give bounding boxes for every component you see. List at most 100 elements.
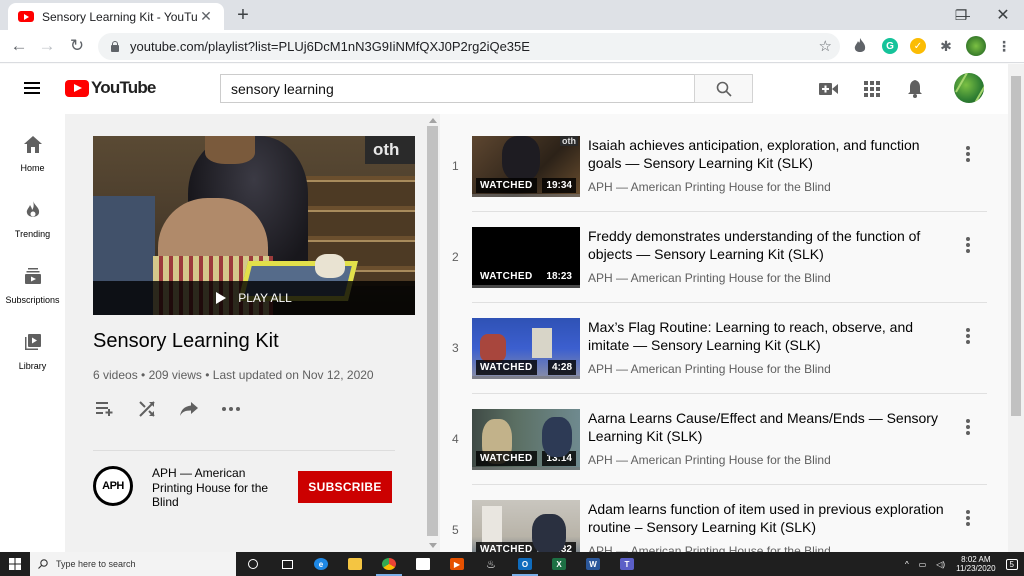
subscriptions-icon [23,266,43,286]
taskbar-clock[interactable]: 8:02 AM 11/23/2020 [956,555,995,573]
video-menu-icon[interactable] [966,237,970,253]
video-channel[interactable]: APH — American Printing House for the Bl… [588,362,831,376]
video-menu-icon[interactable] [966,328,970,344]
notification-center-icon[interactable]: 5 [1005,558,1018,570]
video-thumbnail[interactable]: WATCHED 4:28 [472,318,580,379]
word-icon[interactable]: W [576,552,610,576]
teams-icon[interactable]: T [610,552,644,576]
grammarly-extension-icon[interactable]: G [882,38,898,54]
video-thumbnail[interactable]: WATCHED 19:34 [472,136,580,197]
url-text: youtube.com/playlist?list=PLUj6DcM1nN3G9… [130,39,530,54]
scroll-up-arrow-icon[interactable] [429,118,437,123]
youtube-wordmark: YouTube [91,78,156,97]
video-menu-icon[interactable] [966,419,970,435]
video-channel[interactable]: APH — American Printing House for the Bl… [588,180,831,194]
network-icon[interactable]: ▭ [919,560,927,569]
home-icon [23,134,43,154]
watch-progress-bar [472,376,580,379]
video-title[interactable]: Max’s Flag Routine: Learning to reach, o… [588,318,948,354]
browser-tab-youtube[interactable]: Sensory Learning Kit - YouTube ✕ [8,3,224,30]
fire-extension-icon[interactable] [852,38,868,54]
restore-button[interactable]: ❐ [938,2,984,28]
video-channel[interactable]: APH — American Printing House for the Bl… [588,271,831,285]
close-window-button[interactable]: ✕ [980,2,1024,28]
subscribe-button[interactable]: SUBSCRIBE [298,471,392,503]
video-channel[interactable]: APH — American Printing House for the Bl… [588,544,831,552]
fire-app-icon[interactable]: ♨ [474,552,508,576]
channel-avatar[interactable]: APH [93,466,133,506]
apps-grid-icon[interactable] [860,77,884,101]
playlist-title: Sensory Learning Kit [93,330,279,352]
page-scrollbar-thumb[interactable] [1011,76,1021,416]
play-all-button[interactable]: PLAY ALL [93,281,415,315]
extensions-puzzle-icon[interactable]: ✱ [938,38,954,54]
video-row[interactable]: 3 WATCHED 4:28 Max’s Flag Routine: Learn… [440,296,1008,394]
windows-logo-icon [9,558,21,570]
video-index: 2 [452,250,459,264]
scroll-down-arrow-icon[interactable] [429,543,437,548]
notifications-bell-icon[interactable] [903,77,927,101]
reload-button[interactable]: ↻ [66,35,88,57]
video-title[interactable]: Isaiah achieves anticipation, exploratio… [588,136,948,172]
add-to-queue-icon[interactable] [93,397,117,421]
start-button[interactable] [0,552,30,576]
sidebar-scrollbar[interactable] [425,114,440,552]
tab-close-icon[interactable]: ✕ [198,8,214,25]
guide-item-library[interactable]: Library [0,332,65,382]
outlook-icon[interactable]: O [508,552,542,576]
store-icon[interactable] [406,552,440,576]
video-title[interactable]: Freddy demonstrates understanding of the… [588,227,948,263]
browser-menu-icon[interactable]: ⋮ [996,38,1012,54]
youtube-logo[interactable]: YouTube [65,78,156,98]
account-avatar[interactable] [954,73,984,103]
back-button[interactable]: ← [8,35,30,57]
search-input[interactable]: sensory learning [220,74,695,103]
menu-hamburger-icon[interactable] [24,82,40,94]
guide-item-subscriptions[interactable]: Subscriptions [0,266,65,316]
profile-avatar-icon[interactable] [966,36,986,56]
tray-chevron-icon[interactable]: ^ [905,560,909,569]
channel-name[interactable]: APH — American Printing House for the Bl… [152,466,287,510]
playlist-sidebar: oth PLAY ALL Sensory Learning Kit 6 vide… [65,114,425,552]
video-thumbnail[interactable]: WATCHED 18:23 [472,227,580,288]
video-thumbnail[interactable]: WATCHED 13:14 [472,409,580,470]
forward-button[interactable]: → [36,35,58,57]
search-button[interactable] [694,74,753,103]
video-row[interactable]: 1 WATCHED 19:34 Isaiah achieves anticipa… [440,114,1008,212]
guide-item-trending[interactable]: Trending [0,200,65,250]
youtube-favicon-icon [18,11,34,22]
more-actions-icon[interactable] [219,397,243,421]
video-menu-icon[interactable] [966,146,970,162]
video-row[interactable]: 5 WATCHED 14:32 Adam learns function of … [440,478,1008,552]
address-bar[interactable]: youtube.com/playlist?list=PLUj6DcM1nN3G9… [98,33,840,60]
video-menu-icon[interactable] [966,510,970,526]
task-switch-icon[interactable] [270,552,304,576]
video-row[interactable]: 4 WATCHED 13:14 Aarna Learns Cause/Effec… [440,387,1008,485]
watched-badge: WATCHED [476,269,537,284]
page-scrollbar[interactable] [1008,64,1024,552]
video-row[interactable]: 2 WATCHED 18:23 Freddy demonstrates unde… [440,205,1008,303]
task-view-icon[interactable] [236,552,270,576]
video-title[interactable]: Adam learns function of item used in pre… [588,500,948,536]
compass-extension-icon[interactable]: ✓ [910,38,926,54]
bookmark-star-icon[interactable]: ☆ [819,37,832,55]
chrome-icon[interactable] [372,552,406,576]
share-icon[interactable] [177,397,201,421]
guide-item-home[interactable]: Home [0,134,65,184]
sidebar-scrollbar-thumb[interactable] [427,126,438,536]
media-player-icon[interactable]: ▶ [440,552,474,576]
new-tab-button[interactable]: + [233,4,253,27]
volume-icon[interactable]: ◁) [936,560,945,569]
playlist-thumbnail[interactable]: oth PLAY ALL [93,136,415,315]
excel-icon[interactable]: X [542,552,576,576]
create-video-icon[interactable] [817,77,841,101]
video-index: 1 [452,159,459,173]
video-thumbnail[interactable]: WATCHED 14:32 [472,500,580,552]
video-title[interactable]: Aarna Learns Cause/Effect and Means/Ends… [588,409,948,445]
file-explorer-icon[interactable] [338,552,372,576]
windows-search-box[interactable]: Type here to search [30,552,236,576]
playlist-actions [93,397,261,421]
edge-browser-icon[interactable]: e [304,552,338,576]
video-channel[interactable]: APH — American Printing House for the Bl… [588,453,831,467]
shuffle-icon[interactable] [135,397,159,421]
